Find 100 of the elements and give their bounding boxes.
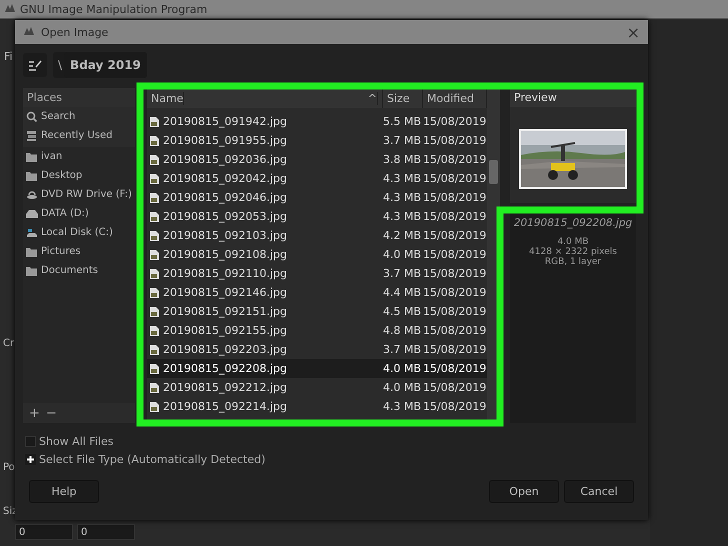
places-header: Places [23,88,135,107]
image-file-icon [150,402,159,412]
places-item[interactable]: DATA (D:) [23,204,95,223]
file-name: 20190815_092103.jpg [147,229,383,242]
image-file-icon [150,268,159,278]
file-size: 3.7 MB [383,343,422,356]
checkbox-label: Show All Files [39,435,114,448]
file-row[interactable]: 20190815_092103.jpg 4.2 MB 15/08/2019 [147,226,487,245]
file-name: 20190815_092108.jpg [147,248,383,261]
file-name: 20190815_092208.jpg [147,362,383,375]
edit-path-button[interactable] [23,53,47,77]
file-name: 20190815_092110.jpg [147,267,383,280]
file-row[interactable]: 20190815_091942.jpg 5.5 MB 15/08/2019 [147,112,487,131]
places-item[interactable]: Documents [23,261,104,280]
add-bookmark-button[interactable]: + [29,406,40,420]
file-date: 15/08/2019 [423,172,487,185]
file-size: 3.8 MB [383,153,422,166]
file-size: 4.0 MB [383,248,422,261]
file-row[interactable]: 20190815_092203.jpg 3.7 MB 15/08/2019 [147,340,487,359]
file-row[interactable]: 20190815_092110.jpg 3.7 MB 15/08/2019 [147,264,487,283]
image-file-icon [150,174,159,184]
folder-icon [26,170,38,182]
image-file-icon [150,250,159,260]
file-row[interactable]: 20190815_092151.jpg 4.5 MB 15/08/2019 [147,302,487,321]
places-item[interactable]: DVD RW Drive (F:) [23,185,138,204]
system-drive-icon [26,226,38,238]
file-row[interactable]: 20190815_092108.jpg 4.0 MB 15/08/2019 [147,245,487,264]
pencil-lines-icon [28,58,42,72]
dialog-button[interactable]: Help [29,480,99,503]
dialog-button[interactable]: Cancel [564,480,634,503]
file-type-expander[interactable]: Select File Type (Automatically Detected) [25,453,648,466]
places-item[interactable]: Search [23,107,82,126]
checkbox[interactable] [25,436,36,447]
file-size: 5.5 MB [383,115,422,128]
file-row[interactable]: 20190815_092036.jpg 3.8 MB 15/08/2019 [147,150,487,169]
image-file-icon [150,326,159,336]
panel-label: Cr [3,338,14,349]
places-item[interactable]: Desktop [23,166,88,185]
file-name: 20190815_091942.jpg [147,115,383,128]
search-icon [26,110,38,122]
file-date: 15/08/2019 [423,324,487,337]
image-file-icon [150,344,159,354]
file-date: 15/08/2019 [423,286,487,299]
file-size: 4.3 MB [383,172,422,185]
image-file-icon [150,230,159,240]
file-size: 4.0 MB [383,362,422,375]
file-name: 20190815_092053.jpg [147,210,383,223]
file-row[interactable]: 20190815_091955.jpg 3.7 MB 15/08/2019 [147,131,487,150]
file-row[interactable]: 20190815_092155.jpg 4.8 MB 15/08/2019 [147,321,487,340]
file-name: 20190815_092036.jpg [147,153,383,166]
menu-item[interactable]: Fi [4,50,13,63]
image-file-icon [150,154,159,164]
spin-field[interactable]: 0 [15,524,73,540]
file-name: 20190815_092214.jpg [147,400,383,413]
file-date: 15/08/2019 [423,248,487,261]
image-info: 4.0 MB [557,237,589,247]
places-item[interactable]: Pictures [23,242,87,261]
drive-icon [26,208,38,220]
stack-icon [26,130,38,142]
file-row[interactable]: 20190815_092212.jpg 4.0 MB 15/08/2019 [147,378,487,397]
folder-icon [26,150,38,162]
file-row[interactable]: 20190815_092146.jpg 4.4 MB 15/08/2019 [147,283,487,302]
plus-icon [25,454,36,465]
column-header[interactable]: Size [383,88,423,108]
remove-bookmark-button[interactable]: − [46,406,57,420]
file-size: 4.3 MB [383,210,422,223]
image-info: RGB, 1 layer [544,257,602,267]
file-row[interactable]: 20190815_092042.jpg 4.3 MB 15/08/2019 [147,169,487,188]
image-file-icon [150,136,159,146]
image-file-icon [150,116,159,126]
file-date: 15/08/2019 [423,362,487,375]
file-size: 3.7 MB [383,134,422,147]
image-file-icon [150,382,159,392]
file-row[interactable]: 20190815_092208.jpg 4.0 MB 15/08/2019 [147,359,487,378]
column-header[interactable]: Name ^ [147,88,383,108]
disc-drive-icon [26,188,38,200]
file-size: 4.5 MB [383,305,422,318]
places-item[interactable]: Recently Used [23,126,118,145]
file-size: 4.2 MB [383,229,422,242]
file-name: 20190815_092155.jpg [147,324,383,337]
file-row[interactable]: 20190815_092046.jpg 4.3 MB 15/08/2019 [147,188,487,207]
folder-icon [26,264,38,276]
spin-field[interactable]: 0 [77,524,135,540]
file-date: 15/08/2019 [423,210,487,223]
file-row[interactable]: 20190815_092214.jpg 4.3 MB 15/08/2019 [147,397,487,416]
file-name: 20190815_092146.jpg [147,286,383,299]
file-date: 15/08/2019 [423,153,487,166]
image-file-icon [150,288,159,298]
dialog-button[interactable]: Open [489,480,559,503]
places-item[interactable]: Local Disk (C:) [23,223,119,242]
places-item[interactable]: ivan [23,147,68,166]
file-date: 15/08/2019 [423,305,487,318]
image-file-icon [150,306,159,316]
scroll-thumb[interactable] [489,160,498,184]
file-size: 4.3 MB [383,191,422,204]
dialog-title: Open Image [41,26,108,38]
file-row[interactable]: 20190815_092053.jpg 4.3 MB 15/08/2019 [147,207,487,226]
file-size: 4.8 MB [383,324,422,337]
file-date: 15/08/2019 [423,267,487,280]
window-title: GNU Image Manipulation Program [20,2,208,16]
